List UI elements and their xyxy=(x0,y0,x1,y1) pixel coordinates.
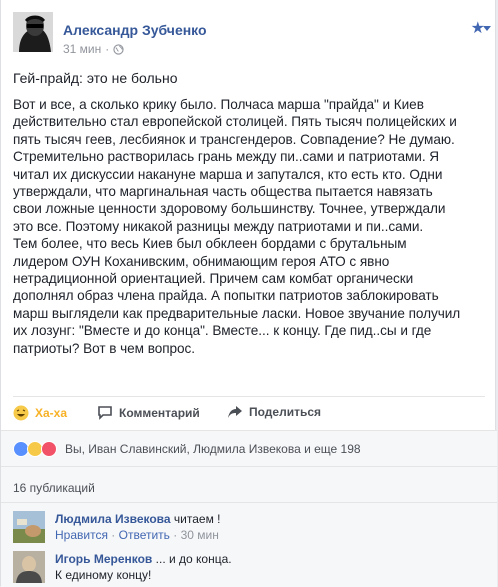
comment-time[interactable]: 30 мин xyxy=(181,528,219,542)
post-header: Александр Зубченко 31 мин · ★ xyxy=(13,12,491,60)
comment-author[interactable]: Игорь Меренков xyxy=(55,552,152,566)
post-body-line: утверждали, что маргинальная часть общес… xyxy=(13,184,433,200)
comment-links: Нравится · Ответить · 30 мин xyxy=(55,528,219,542)
shares-bar: 16 публикаций xyxy=(1,466,497,503)
haha-label: Ха-ха xyxy=(35,406,68,420)
commenter-avatar[interactable] xyxy=(13,511,45,543)
post-body-line: Вот и все, а сколько крику было. Полчаса… xyxy=(13,97,424,112)
like-comment-link[interactable]: Нравится xyxy=(55,528,108,542)
shares-count[interactable]: 16 публикаций xyxy=(13,481,95,495)
comments-section: Людмила Извекова читаем ! Нравится · Отв… xyxy=(1,502,497,587)
post-time[interactable]: 31 мин xyxy=(63,42,101,56)
haha-emoji-icon xyxy=(13,405,29,421)
share-label: Поделиться xyxy=(249,405,322,419)
post-body-line: марш выглядели как предварительные ласки… xyxy=(13,305,461,321)
reaction-icons xyxy=(13,441,57,457)
post-body-line: Стремительно растворилась грань между пи… xyxy=(13,149,440,165)
post-body-line: это все. Поэтому никакой разницы между п… xyxy=(13,218,424,234)
post-title: Гей-прайд: это не больно xyxy=(13,70,178,86)
comment-body: Людмила Извекова читаем ! Нравится · Отв… xyxy=(55,511,221,543)
comment-icon xyxy=(98,406,112,420)
comment-author[interactable]: Людмила Извекова xyxy=(55,512,171,526)
reactions-bar[interactable]: Вы, Иван Славинский, Людмила Извекова и … xyxy=(1,430,497,467)
post-body-line: свои ложные ценности здоровому большинст… xyxy=(13,201,446,217)
comment-text: ... и до конца. xyxy=(152,552,232,566)
post-body-line: пять тысяч геев, лесбиянок и трансгендер… xyxy=(13,131,455,147)
comment-body: Игорь Меренков ... и до конца. К единому… xyxy=(55,551,232,583)
haha-button[interactable]: Ха-ха xyxy=(13,405,67,421)
dot-separator: · xyxy=(105,42,110,56)
post-author-name[interactable]: Александр Зубченко xyxy=(63,22,207,38)
globe-icon xyxy=(113,43,124,55)
post-body-line: читал их дискуссии накануне марша и запу… xyxy=(13,166,443,182)
commenter-avatar[interactable] xyxy=(13,551,45,583)
comment-button[interactable]: Комментарий xyxy=(97,405,200,420)
post-body-line: дополнял образ члена прайда. А попытки п… xyxy=(13,288,439,304)
comment-text-line2: К единому концу! xyxy=(55,568,152,582)
post-body-line: их лозунг: "Вместе и до конца". Вместе..… xyxy=(13,323,432,339)
love-reaction-icon xyxy=(41,441,57,457)
post-body-line: действительно стал европейской столицей.… xyxy=(13,114,457,130)
comment-label: Комментарий xyxy=(119,405,200,420)
chevron-down-icon[interactable] xyxy=(483,26,491,31)
share-arrow-icon xyxy=(228,406,242,418)
author-avatar[interactable] xyxy=(13,12,53,52)
post-body-line: Тем более, что весь Киев был обклеен бор… xyxy=(13,236,407,252)
comment-text: читаем ! xyxy=(170,512,221,526)
post-meta: 31 мин · xyxy=(63,42,124,56)
post-card: Александр Зубченко 31 мин · ★ Гей-прайд:… xyxy=(0,0,497,587)
reply-comment-link[interactable]: Ответить xyxy=(119,528,170,542)
reactions-summary[interactable]: Вы, Иван Славинский, Людмила Извекова и … xyxy=(65,442,361,456)
post-actions: Ха-ха Комментарий Поделиться xyxy=(13,396,485,429)
share-button[interactable]: Поделиться xyxy=(227,405,321,419)
post-body-line: лидером ОУН Коханивским, обнимающим геро… xyxy=(13,253,390,269)
post-body-line: патриоты? Вот в чем вопрос. xyxy=(13,340,196,356)
post-body-line: нетрадиционной ориентацией. Причем сам к… xyxy=(13,271,414,287)
post-body: Вот и все, а сколько крику было. Полчаса… xyxy=(13,96,491,357)
